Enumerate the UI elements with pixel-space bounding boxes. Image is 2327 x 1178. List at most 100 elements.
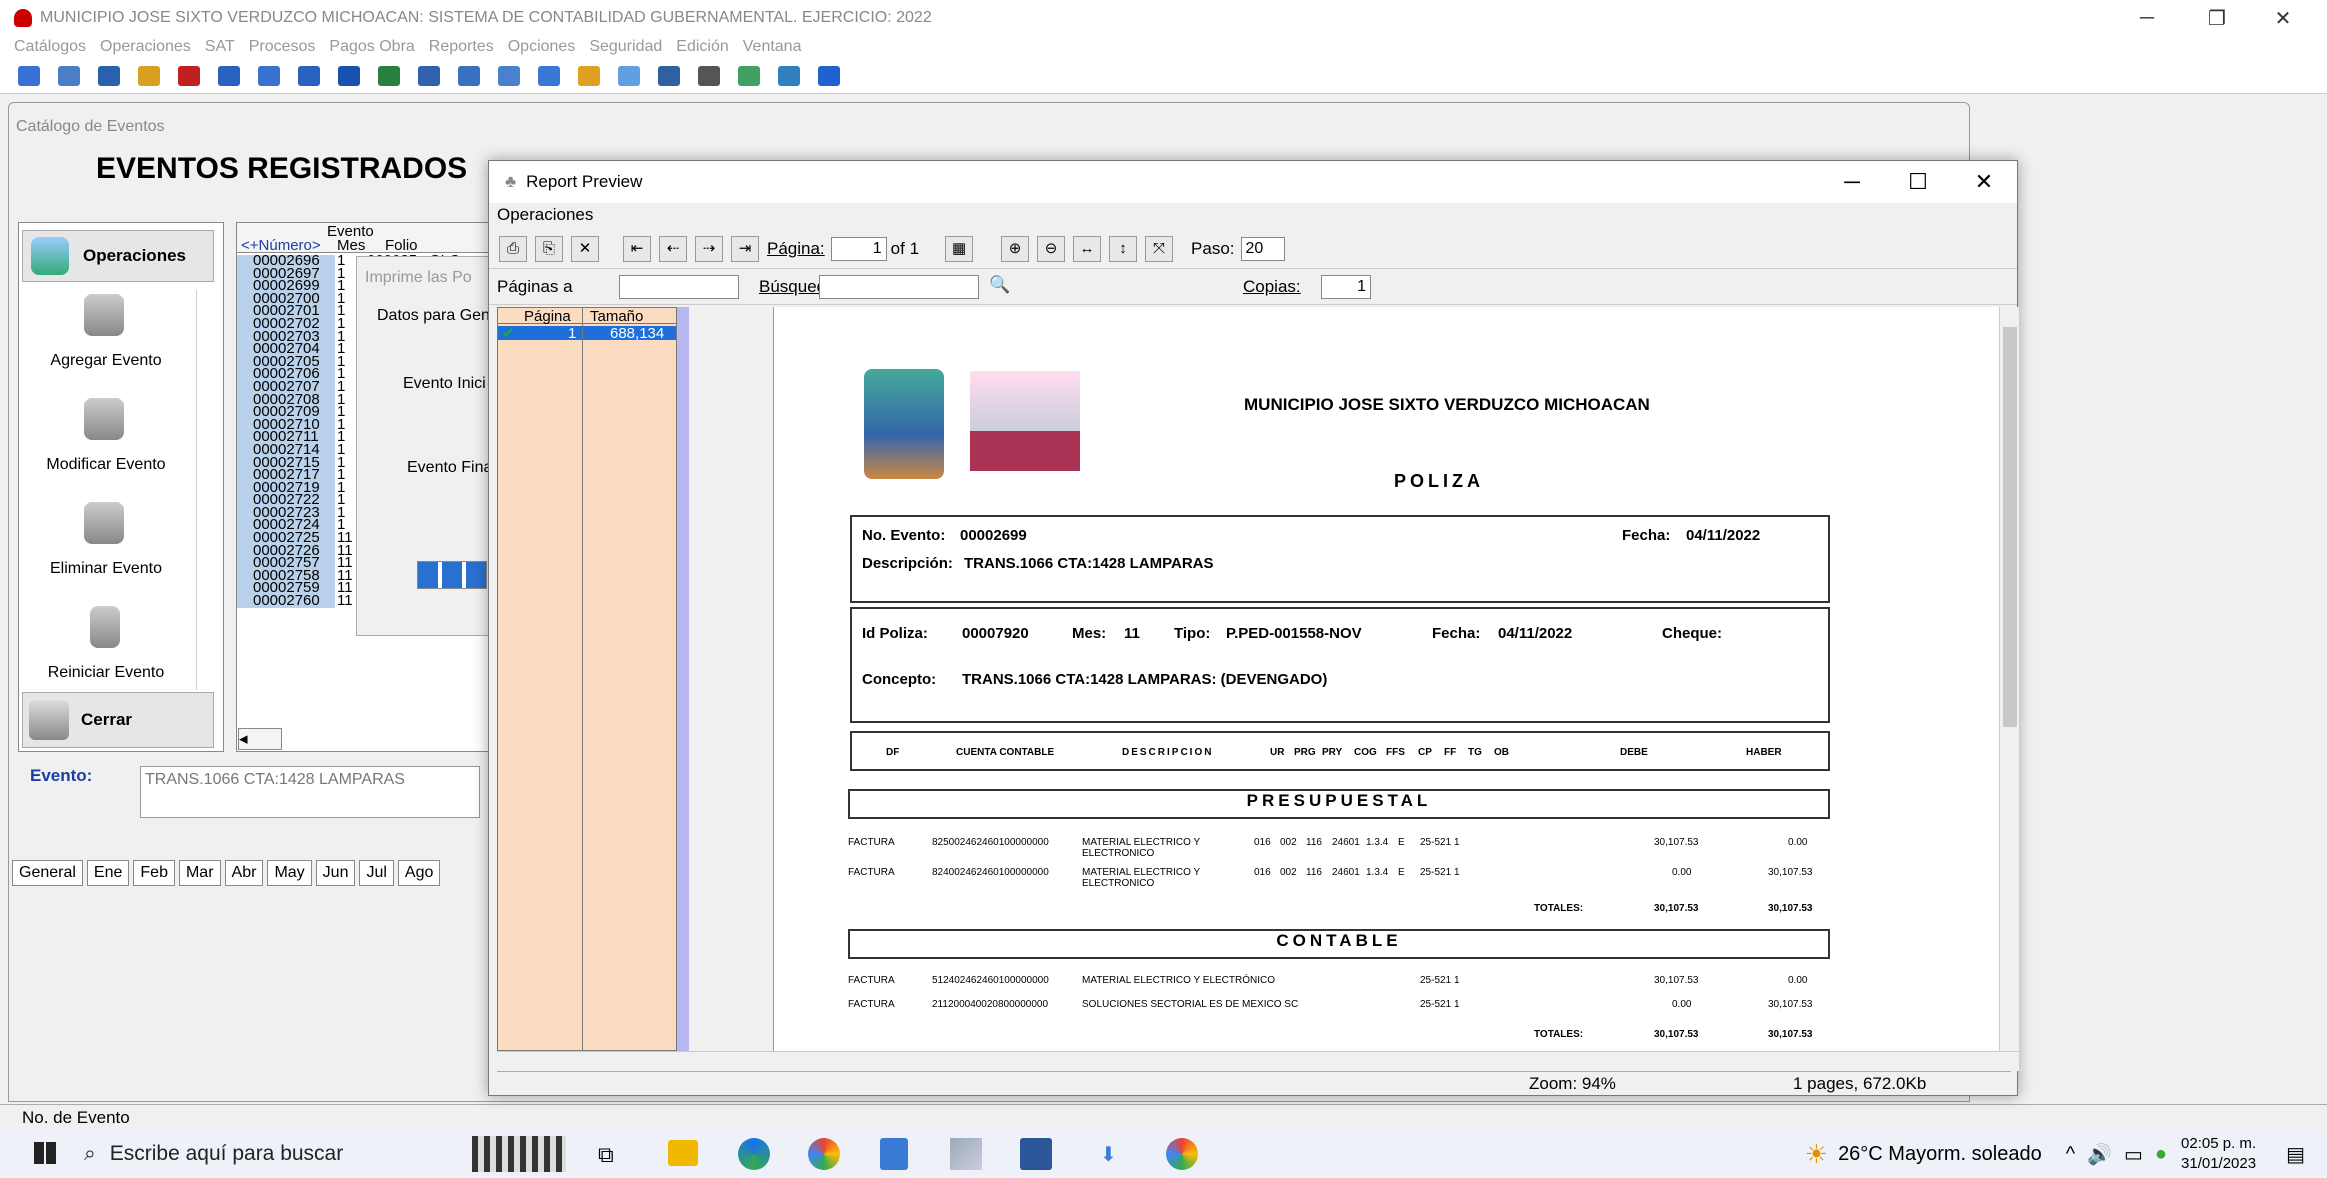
epic-icon[interactable] xyxy=(658,65,680,86)
taskbar-search[interactable]: ⌕ Escribe aquí para buscar xyxy=(84,1130,343,1178)
report-icon[interactable] xyxy=(538,65,560,86)
tab-mar[interactable]: Mar xyxy=(178,860,221,886)
tab-abr[interactable]: Abr xyxy=(224,860,264,886)
volume-icon[interactable]: 🔊 xyxy=(2087,1142,2112,1167)
download-icon[interactable]: ⬇ xyxy=(1100,1142,1117,1167)
trash-icon[interactable] xyxy=(90,606,120,648)
pages-input[interactable] xyxy=(619,275,739,299)
thumb-row[interactable]: ✔ 1 688,134 xyxy=(498,325,676,342)
table-icon[interactable] xyxy=(58,65,80,86)
fit-width-icon[interactable]: ↔ xyxy=(1073,235,1102,262)
delete-event-button[interactable]: Eliminar Evento xyxy=(6,560,206,578)
edge-icon[interactable] xyxy=(738,1138,770,1170)
search-icon[interactable]: 🔍 xyxy=(989,275,1010,295)
add-event-icon[interactable] xyxy=(84,294,124,336)
close-button[interactable]: ✕ xyxy=(2250,0,2316,36)
menu-opciones[interactable]: Opciones xyxy=(508,38,576,56)
task-view-icon[interactable]: ⧉ xyxy=(598,1142,614,1168)
grid-scroll-left[interactable]: ◂ xyxy=(238,728,282,750)
page-input[interactable]: 1 xyxy=(830,236,887,261)
book-icon[interactable] xyxy=(698,65,720,86)
search-input[interactable] xyxy=(819,275,979,299)
export-icon[interactable] xyxy=(778,65,800,86)
vscroll-thumb[interactable] xyxy=(2003,327,2017,727)
chrome-icon[interactable] xyxy=(808,1138,840,1170)
preview-close-button[interactable]: ✕ xyxy=(1951,161,2017,203)
leaf-icon[interactable] xyxy=(378,65,400,86)
event-description-field[interactable]: TRANS.1066 CTA:1428 LAMPARAS xyxy=(140,766,480,818)
thumb-splitter[interactable] xyxy=(677,307,689,1051)
notifications-icon[interactable]: ▤ xyxy=(2286,1142,2305,1167)
battery-icon[interactable]: ▭ xyxy=(2124,1142,2143,1167)
tray-chevron-icon[interactable]: ^ xyxy=(2066,1143,2075,1166)
document-icon[interactable] xyxy=(498,65,520,86)
restore-button[interactable]: ❐ xyxy=(2184,0,2250,36)
security-icon[interactable]: ● xyxy=(2155,1143,2167,1166)
zoom-out-icon[interactable]: ⊖ xyxy=(1037,235,1066,262)
file-explorer-icon[interactable] xyxy=(668,1140,698,1166)
delete-event-icon[interactable] xyxy=(84,502,124,544)
copies-input[interactable]: 1 xyxy=(1321,275,1371,299)
add-event-button[interactable]: Agregar Evento xyxy=(6,352,206,370)
weather-text[interactable]: 26°C Mayorm. soleado xyxy=(1838,1143,2042,1166)
weather-icon[interactable]: ☀ xyxy=(1805,1139,1828,1170)
preview-vertical-scrollbar[interactable] xyxy=(1999,307,2019,1051)
operations-header[interactable]: Operaciones xyxy=(22,230,214,282)
chart-icon[interactable] xyxy=(138,65,160,86)
menu-reportes[interactable]: Reportes xyxy=(429,38,494,56)
tab-feb[interactable]: Feb xyxy=(133,860,175,886)
menu-operaciones[interactable]: Operaciones xyxy=(100,38,191,56)
news-widget-icon[interactable] xyxy=(472,1136,566,1172)
preview-horizontal-scrollbar[interactable] xyxy=(497,1051,2019,1071)
reset-event-button[interactable]: Reiniciar Evento xyxy=(6,664,206,682)
operations-scrollbar[interactable] xyxy=(196,290,216,690)
building-icon[interactable] xyxy=(298,65,320,86)
bank-icon[interactable] xyxy=(218,65,240,86)
menu-ventana[interactable]: Ventana xyxy=(743,38,802,56)
number-column[interactable]: 00002696 00002697 00002699 00002700 00002701… xyxy=(237,253,335,608)
grid-icon[interactable] xyxy=(18,65,40,86)
zoom-in-icon[interactable]: ⊕ xyxy=(1001,235,1030,262)
tab-ago[interactable]: Ago xyxy=(397,860,441,886)
tab-jul[interactable]: Jul xyxy=(359,860,394,886)
preview-maximize-button[interactable]: ☐ xyxy=(1885,161,1951,203)
folder-icon[interactable] xyxy=(738,65,760,86)
window-icon[interactable] xyxy=(458,65,480,86)
fit-page-icon[interactable]: ⤧ xyxy=(1145,235,1174,262)
step-input[interactable]: 20 xyxy=(1240,236,1285,261)
money-icon[interactable] xyxy=(178,65,200,86)
dollar-icon[interactable] xyxy=(338,65,360,86)
word-icon[interactable] xyxy=(1020,1138,1052,1170)
people-icon[interactable] xyxy=(818,65,840,86)
next-page-icon[interactable]: ⇢ xyxy=(695,235,723,262)
cart-icon[interactable] xyxy=(418,65,440,86)
menu-seguridad[interactable]: Seguridad xyxy=(589,38,662,56)
close-catalog-button[interactable]: Cerrar xyxy=(22,692,214,748)
page-thumbnail-list[interactable]: Página Tamaño ✔ 1 688,134 xyxy=(497,307,677,1051)
minimize-button[interactable]: ─ xyxy=(2114,0,2180,36)
tab-ene[interactable]: Ene xyxy=(86,860,130,886)
print-setup-icon[interactable]: ⎘ xyxy=(535,235,563,262)
last-page-icon[interactable]: ⇥ xyxy=(731,235,759,262)
fit-height-icon[interactable]: ↕ xyxy=(1109,235,1138,262)
calculator-icon[interactable] xyxy=(880,1138,908,1170)
preview-menu[interactable]: Operaciones xyxy=(497,205,593,225)
tab-jun[interactable]: Jun xyxy=(315,860,356,886)
menu-catalogos[interactable]: Catálogos xyxy=(14,38,86,56)
menu-pagos-obra[interactable]: Pagos Obra xyxy=(329,38,414,56)
settings-icon[interactable] xyxy=(578,65,600,86)
menu-procesos[interactable]: Procesos xyxy=(249,38,316,56)
first-page-icon[interactable]: ⇤ xyxy=(623,235,651,262)
tab-general[interactable]: General xyxy=(12,860,83,886)
menu-sat[interactable]: SAT xyxy=(205,38,235,56)
app-icon[interactable] xyxy=(950,1138,982,1170)
windows-start-icon[interactable] xyxy=(34,1142,56,1164)
preview-minimize-button[interactable]: ─ xyxy=(1819,161,1885,203)
event-number[interactable]: 00002760 xyxy=(237,593,335,608)
clock[interactable]: 02:05 p. m. 31/01/2023 xyxy=(2181,1134,2256,1174)
page-layout-icon[interactable]: ▦ xyxy=(945,235,974,262)
print-icon[interactable]: ⎙ xyxy=(499,235,527,262)
network-icon[interactable] xyxy=(618,65,640,86)
chrome-icon-2[interactable] xyxy=(1166,1138,1198,1170)
edit-event-button[interactable]: Modificar Evento xyxy=(6,456,206,474)
